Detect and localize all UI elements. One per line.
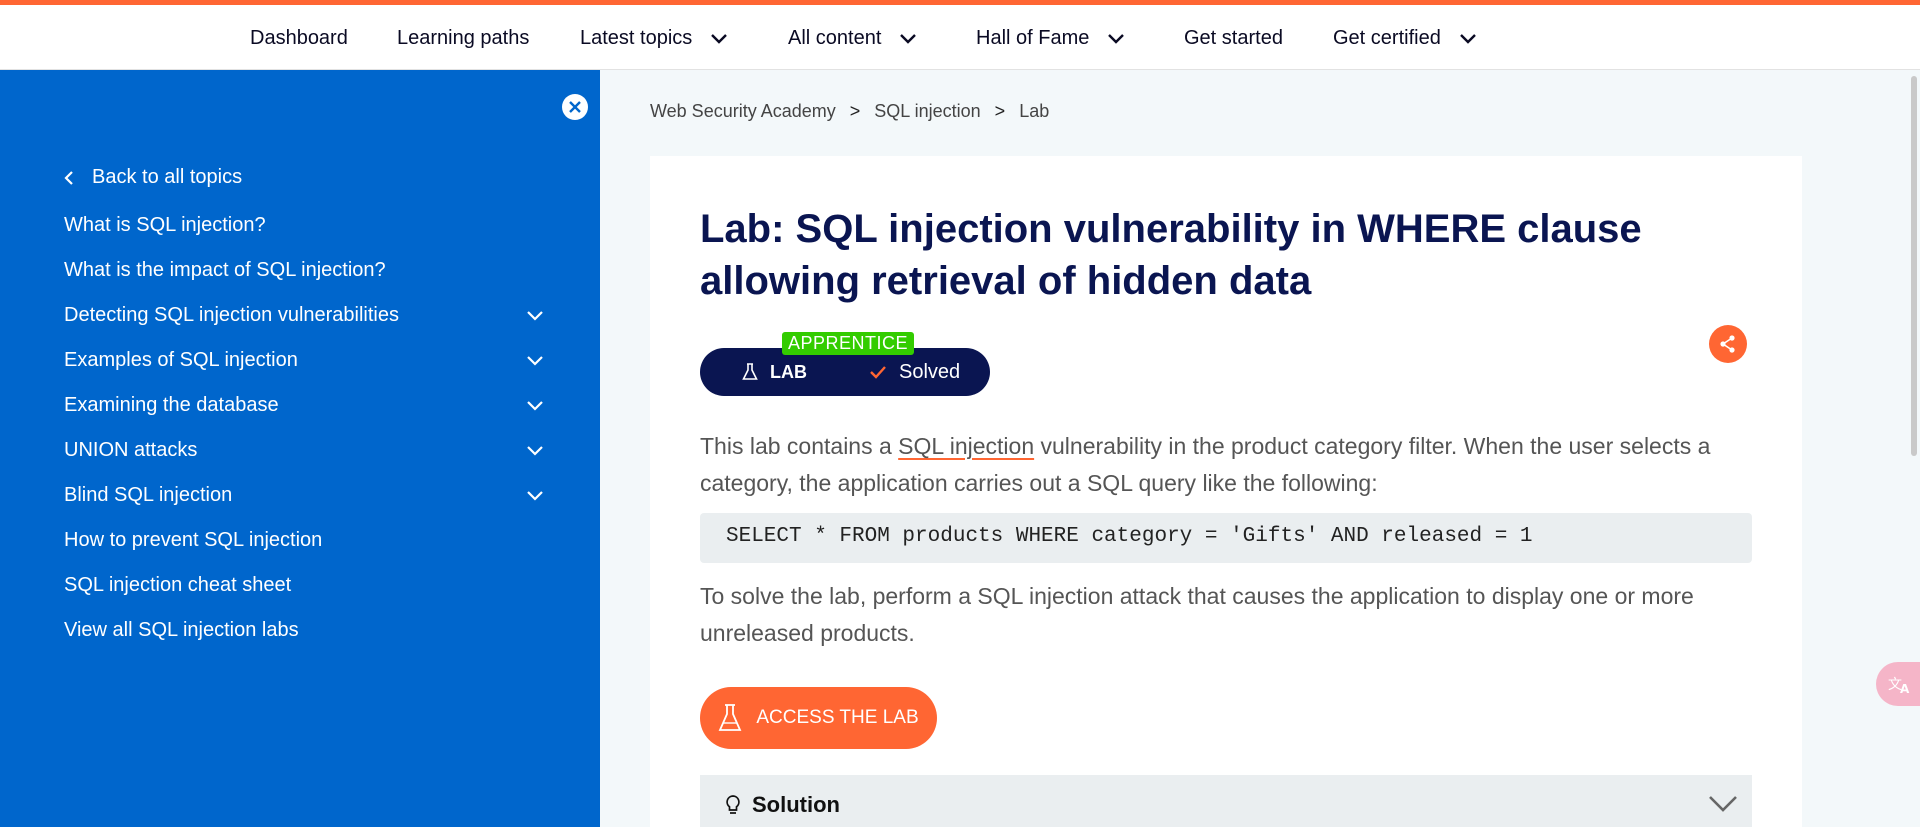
breadcrumb: Web Security Academy > SQL injection > L… [650, 101, 1049, 122]
access-lab-button[interactable]: ACCESS THE LAB [700, 687, 937, 749]
page-scrollbar[interactable] [1908, 70, 1920, 827]
solution-label: Solution [752, 792, 840, 817]
chevron-down-icon [1709, 796, 1737, 812]
sidebar-item-label: Examining the database [64, 394, 279, 416]
sidebar-item-label: How to prevent SQL injection [64, 529, 323, 551]
nav-latest-topics[interactable]: Latest topics [580, 27, 728, 50]
svg-text:A: A [1900, 682, 1910, 695]
nav-label: Hall of Fame [976, 27, 1090, 49]
sidebar-item-cheat-sheet[interactable]: SQL injection cheat sheet [64, 574, 544, 597]
sidebar-item-examining-db[interactable]: Examining the database [64, 394, 544, 417]
sidebar-item-label: What is the impact of SQL injection? [64, 259, 386, 281]
lab-tag: LAB [742, 362, 807, 383]
breadcrumb-academy[interactable]: Web Security Academy [650, 101, 836, 122]
lab-tag-label: LAB [770, 361, 807, 382]
nav-get-certified[interactable]: Get certified [1333, 27, 1477, 50]
sidebar-item-blind[interactable]: Blind SQL injection [64, 484, 544, 507]
chevron-down-icon[interactable] [526, 355, 544, 367]
nav-learning-paths[interactable]: Learning paths [397, 27, 529, 50]
intro-text: This lab contains a [700, 433, 899, 459]
sidebar-item-label: Blind SQL injection [64, 484, 233, 506]
sql-injection-link[interactable]: SQL injection [898, 433, 1034, 459]
chevron-down-icon[interactable] [526, 400, 544, 412]
solved-status: Solved [869, 361, 960, 384]
sidebar-item-label: View all SQL injection labs [64, 619, 299, 641]
chevron-down-icon[interactable] [526, 310, 544, 322]
sidebar-item-detecting[interactable]: Detecting SQL injection vulnerabilities [64, 304, 544, 327]
lab-task: To solve the lab, perform a SQL injectio… [700, 583, 1694, 646]
sidebar-item-label: UNION attacks [64, 439, 198, 461]
sidebar-item-label: Detecting SQL injection vulnerabilities [64, 304, 399, 326]
checkmark-icon [870, 366, 886, 379]
topic-sidebar: Back to all topics What is SQL injection… [0, 70, 600, 827]
breadcrumb-separator: > [994, 101, 1006, 121]
chevron-down-icon[interactable] [526, 490, 544, 502]
flask-icon [742, 363, 758, 380]
chevron-down-icon [711, 33, 728, 44]
nav-dashboard[interactable]: Dashboard [250, 27, 348, 50]
chevron-down-icon [900, 33, 917, 44]
nav-label: All content [788, 27, 882, 49]
back-label: Back to all topics [92, 166, 243, 188]
difficulty-level-badge: APPRENTICE [782, 332, 915, 355]
breadcrumb-sqli[interactable]: SQL injection [874, 101, 980, 122]
nav-label: Learning paths [397, 27, 530, 49]
nav-label: Dashboard [250, 27, 348, 49]
chevron-down-icon[interactable] [526, 445, 544, 457]
flask-icon [718, 704, 742, 731]
nav-label: Latest topics [580, 27, 693, 49]
chevron-down-icon [1108, 33, 1125, 44]
nav-hall-of-fame[interactable]: Hall of Fame [976, 27, 1125, 50]
back-to-topics-link[interactable]: Back to all topics [64, 166, 242, 189]
sidebar-item-all-labs[interactable]: View all SQL injection labs [64, 619, 544, 642]
close-sidebar-button[interactable] [562, 94, 588, 120]
sidebar-item-prevent[interactable]: How to prevent SQL injection [64, 529, 544, 552]
lab-status-badge: LAB Solved [700, 348, 990, 396]
sidebar-item-label: Examples of SQL injection [64, 349, 298, 371]
share-icon [1720, 335, 1735, 353]
lab-description: This lab contains a SQL injection vulner… [700, 428, 1760, 502]
solution-accordion[interactable]: Solution [700, 775, 1752, 827]
nav-all-content[interactable]: All content [788, 27, 917, 50]
nav-get-started[interactable]: Get started [1184, 27, 1283, 50]
share-button[interactable] [1709, 325, 1747, 363]
close-icon [569, 101, 581, 113]
nav-label: Get started [1184, 27, 1283, 49]
status-label: Solved [899, 360, 961, 383]
page-title: Lab: SQL injection vulnerability in WHER… [700, 207, 1642, 303]
chevron-left-icon [64, 170, 73, 185]
sidebar-item-examples[interactable]: Examples of SQL injection [64, 349, 544, 372]
sidebar-item-impact[interactable]: What is the impact of SQL injection? [64, 259, 544, 282]
nav-label: Get certified [1333, 27, 1441, 49]
sql-code-block: SELECT * FROM products WHERE category = … [700, 513, 1752, 563]
translate-button[interactable]: 文A [1876, 662, 1920, 706]
sidebar-item-label: SQL injection cheat sheet [64, 574, 292, 596]
lightbulb-icon [726, 795, 740, 814]
sidebar-item-what-is-sqli[interactable]: What is SQL injection? [64, 214, 544, 237]
scrollbar-thumb[interactable] [1911, 76, 1917, 456]
breadcrumb-lab[interactable]: Lab [1019, 101, 1049, 122]
chevron-down-icon [1459, 33, 1476, 44]
top-navigation: Dashboard Learning paths Latest topics A… [0, 0, 1920, 70]
access-lab-label: ACCESS THE LAB [756, 707, 919, 728]
translate-icon: 文A [1888, 677, 1910, 695]
breadcrumb-separator: > [849, 101, 861, 121]
sidebar-item-union[interactable]: UNION attacks [64, 439, 544, 462]
sidebar-item-label: What is SQL injection? [64, 214, 266, 236]
